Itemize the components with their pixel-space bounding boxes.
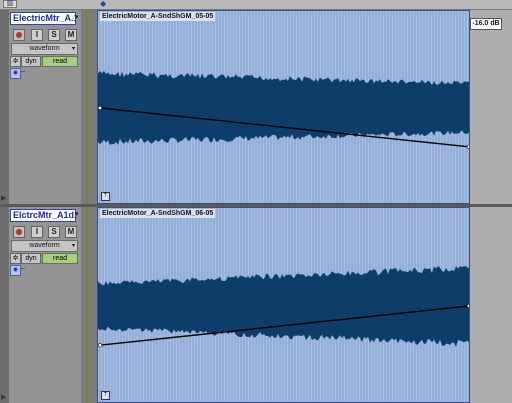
track-2-waveform bbox=[98, 266, 469, 348]
track-1-mute-button[interactable]: M bbox=[65, 29, 77, 41]
edit-window-topbar: ▥ ◆ bbox=[0, 0, 512, 10]
track-2-clip-foot-icon[interactable]: ⇡ bbox=[101, 391, 110, 400]
track-2-view-label: waveform bbox=[29, 242, 60, 249]
track-2-edge bbox=[0, 207, 9, 403]
track-1-automation-read[interactable]: read bbox=[42, 56, 78, 67]
track-1-clip-lane[interactable]: ElectricMotor_A-SndShGM_05-05 ⇡ bbox=[97, 10, 470, 204]
track-1-solo-button[interactable]: S bbox=[48, 29, 60, 41]
track-2-record-button[interactable] bbox=[13, 226, 25, 238]
track-2-gear-icon[interactable]: ✲ bbox=[10, 253, 21, 264]
track-2-automation-read[interactable]: read bbox=[42, 253, 78, 264]
track-1-dash: – bbox=[21, 68, 25, 75]
track-2-solo-button[interactable]: S bbox=[48, 226, 60, 238]
track-1-waveform bbox=[98, 70, 469, 149]
track-1-edge bbox=[0, 10, 9, 204]
track-2-playlist-icon[interactable]: ◉ bbox=[10, 265, 21, 276]
track-2-clip-lane[interactable]: ElectricMotor_A-SndShGM_06-05 ⇡ bbox=[97, 207, 470, 403]
track-1-view-label: waveform bbox=[29, 45, 60, 52]
track-1-clip-foot-icon[interactable]: ⇡ bbox=[101, 192, 110, 201]
track-2-header: ElctrcMtr_A1d1 ▾ I S M waveform ▾ ✲ dyn … bbox=[0, 207, 81, 403]
track-2-automation-dyn[interactable]: dyn bbox=[21, 253, 41, 264]
track-1-breakpoint-start[interactable] bbox=[98, 105, 103, 111]
track-2-divider bbox=[81, 207, 97, 403]
track-1-divider bbox=[81, 10, 97, 204]
track-2-expand-icon[interactable]: ▶ bbox=[1, 393, 6, 401]
track-1-playlist-icon[interactable]: ◉ bbox=[10, 68, 21, 79]
track-2-mute-button[interactable]: M bbox=[65, 226, 77, 238]
track-2-ruler bbox=[87, 207, 89, 403]
track-1-volume-readout: -16.0 dB bbox=[470, 18, 502, 30]
track-1-record-button[interactable] bbox=[13, 29, 25, 41]
track-1-view-select[interactable]: waveform ▾ bbox=[11, 43, 78, 55]
track-1-name-menu-icon[interactable]: ▾ bbox=[75, 13, 79, 21]
track-2-dash: – bbox=[21, 265, 25, 272]
track-1-waveform-shape bbox=[98, 70, 469, 145]
track-1-right-pad bbox=[470, 10, 512, 204]
track-2-name-menu-icon[interactable]: ▾ bbox=[75, 210, 79, 218]
marker-icon: ◆ bbox=[100, 0, 107, 8]
track-1-gear-icon[interactable]: ✲ bbox=[10, 56, 21, 67]
track-2-view-select[interactable]: waveform ▾ bbox=[11, 240, 78, 252]
track-1-automation-dyn[interactable]: dyn bbox=[21, 56, 41, 67]
track-2-right-pad bbox=[470, 207, 512, 403]
track-1-header: ElectricMtr_A.1 ▾ I S M waveform ▾ ✲ dyn… bbox=[0, 10, 81, 204]
track-2-view-chevron-icon: ▾ bbox=[71, 243, 75, 249]
track-1-ruler bbox=[87, 10, 89, 204]
track-2-waveform-shape bbox=[98, 266, 469, 347]
track-1-view-chevron-icon: ▾ bbox=[71, 46, 75, 52]
track-2: ElctrcMtr_A1d1 ▾ I S M waveform ▾ ✲ dyn … bbox=[0, 207, 512, 403]
track-1: ElectricMtr_A.1 ▾ I S M waveform ▾ ✲ dyn… bbox=[0, 10, 512, 204]
track-2-breakpoint-start[interactable] bbox=[98, 343, 103, 348]
track-1-clip-name: ElectricMotor_A-SndShGM_05-05 bbox=[100, 12, 216, 21]
grid-menu-icon[interactable]: ▥ bbox=[3, 0, 17, 8]
track-2-clip-name: ElectricMotor_A-SndShGM_06-05 bbox=[100, 209, 216, 218]
track-1-expand-icon[interactable]: ▶ bbox=[1, 194, 6, 202]
track-2-name-field[interactable]: ElctrcMtr_A1d1 bbox=[10, 209, 76, 222]
track-1-name-field[interactable]: ElectricMtr_A.1 bbox=[10, 12, 76, 25]
track-1-input-button[interactable]: I bbox=[31, 29, 43, 41]
track-2-input-button[interactable]: I bbox=[31, 226, 43, 238]
